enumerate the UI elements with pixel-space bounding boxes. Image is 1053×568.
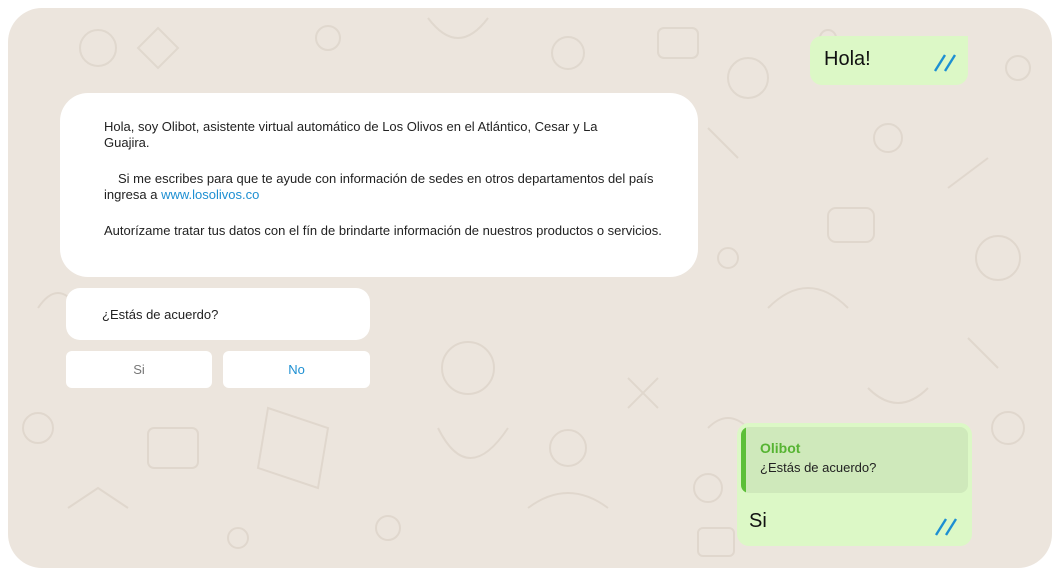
intro-paragraph-1: Hola, soy Olibot, asistente virtual auto…	[104, 119, 598, 150]
quick-reply-no-button[interactable]: No	[223, 351, 370, 388]
intro-paragraph-3: Autorízame tratar tus datos con el fín d…	[104, 223, 662, 238]
incoming-message-intro: Hola, soy Olibot, asistente virtual auto…	[60, 93, 698, 277]
double-check-icon	[933, 54, 957, 72]
message-text: Si	[749, 510, 767, 532]
quote-accent-bar	[741, 427, 746, 493]
website-link[interactable]: www.losolivos.co	[161, 187, 259, 202]
quoted-text: ¿Estás de acuerdo?	[760, 460, 877, 475]
message-text: Hola!	[824, 48, 871, 70]
outgoing-message-reply: Olibot ¿Estás de acuerdo? Si	[737, 423, 972, 546]
quoted-author: Olibot	[760, 440, 801, 456]
outgoing-message-greeting: Hola!	[810, 36, 968, 85]
quoted-message[interactable]: Olibot ¿Estás de acuerdo?	[741, 427, 968, 493]
question-text: ¿Estás de acuerdo?	[102, 307, 219, 322]
quick-reply-si-button[interactable]: Si	[66, 351, 212, 388]
intro-paragraph-2: Si me escribes para que te ayude con inf…	[104, 171, 684, 203]
incoming-message-question: ¿Estás de acuerdo?	[66, 288, 370, 340]
chat-window: Hola! Hola, soy Olibot, asistente virtua…	[8, 8, 1052, 568]
double-check-icon	[934, 518, 958, 536]
